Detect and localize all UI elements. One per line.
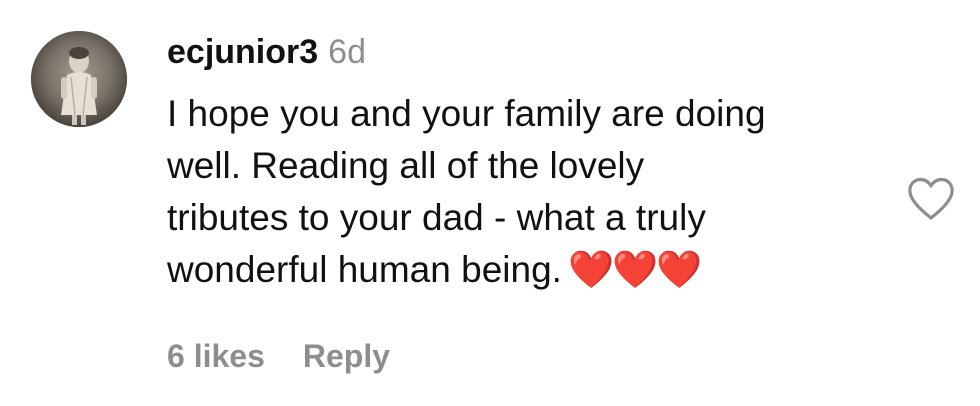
comment-text-fragment: wonderful human being. bbox=[167, 249, 562, 290]
comment-actions: 6 likes Reply bbox=[167, 334, 390, 378]
heart-outline-icon bbox=[908, 177, 954, 220]
username-link[interactable]: ecjunior3 bbox=[167, 33, 318, 71]
comment-content: ecjunior3 6d I hope you and your family a… bbox=[167, 30, 887, 296]
likes-count-button[interactable]: 6 likes bbox=[167, 338, 265, 374]
reply-button[interactable]: Reply bbox=[303, 338, 390, 374]
comment-text-line: I hope you and your family are doing bbox=[167, 93, 766, 134]
comment-text-line: well. Reading all of the lovely bbox=[167, 145, 645, 186]
comment-header: ecjunior3 6d bbox=[167, 30, 887, 74]
avatar-photo bbox=[31, 31, 127, 127]
comment-item: ecjunior3 6d I hope you and your family a… bbox=[0, 0, 980, 406]
timestamp[interactable]: 6d bbox=[328, 33, 366, 71]
comment-text: I hope you and your family are doing wel… bbox=[167, 88, 887, 296]
comment-text-line: wonderful human being. ❤️❤️❤️ bbox=[167, 244, 887, 296]
avatar[interactable] bbox=[31, 31, 127, 127]
comment-text-line: tributes to your dad - what a truly bbox=[167, 197, 706, 238]
like-button[interactable] bbox=[906, 176, 956, 222]
heart-emoji: ❤️❤️❤️ bbox=[567, 249, 702, 290]
